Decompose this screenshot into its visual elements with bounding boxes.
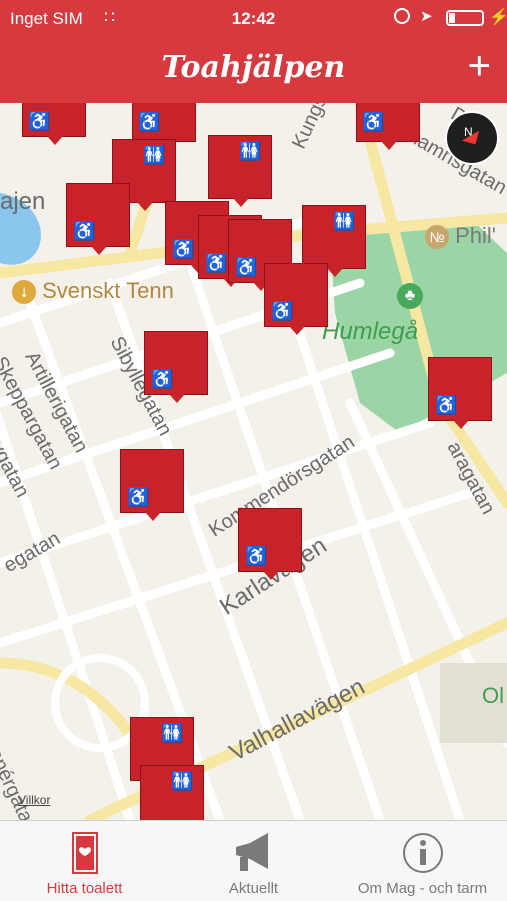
tab-label: Om Mag - och tarm: [338, 880, 507, 897]
toilet-marker[interactable]: ♿: [356, 103, 420, 142]
toilet-marker[interactable]: ♿: [264, 263, 328, 327]
location-arrow-icon: ➤: [420, 7, 433, 25]
toilet-door-icon: [0, 831, 169, 875]
toilet-marker[interactable]: ♿: [238, 508, 302, 572]
info-icon: [338, 831, 507, 875]
tab-label: Hitta toalett: [0, 880, 169, 897]
tab-news[interactable]: Aktuellt: [169, 821, 338, 901]
megaphone-icon: [169, 831, 338, 875]
toilet-marker[interactable]: 🚻: [302, 205, 366, 269]
park-label: ♣ Humlegå: [322, 318, 418, 346]
toilet-marker[interactable]: ♿: [66, 183, 130, 247]
toilet-marker[interactable]: ♿: [22, 103, 86, 137]
street-label: Ol: [482, 683, 504, 709]
tab-bar: Hitta toalett Aktuellt Om Mag - och tarm: [0, 820, 507, 901]
shop-pin-icon: ⭣: [12, 280, 36, 304]
toilet-marker[interactable]: ♿: [144, 331, 208, 395]
compass-icon[interactable]: N: [445, 111, 499, 165]
poi-svenskt-tenn[interactable]: ⭣ Svenskt Tenn: [12, 278, 174, 304]
charging-icon: ⚡: [489, 7, 507, 27]
battery-icon: [446, 10, 484, 26]
poi-label: Svenskt Tenn: [42, 278, 174, 303]
poi-label: Phil': [455, 223, 496, 248]
add-button[interactable]: +: [468, 46, 491, 86]
toilet-marker[interactable]: ♿: [428, 357, 492, 421]
toilet-marker[interactable]: ♿: [120, 449, 184, 513]
tab-find-toilet[interactable]: Hitta toalett: [0, 821, 169, 901]
app-title: Toahjälpen: [0, 50, 507, 85]
toilet-marker[interactable]: 🚻: [140, 765, 204, 820]
rotation-lock-icon: [394, 8, 410, 24]
status-bar: Inget SIM ∷ 12:42 ➤ ⚡: [0, 0, 507, 40]
map-view[interactable]: Kungsgatan Artillerigatan Skeppargatan S…: [0, 103, 507, 820]
legal-link[interactable]: Villkor: [18, 793, 50, 807]
tab-about[interactable]: Om Mag - och tarm: [338, 821, 507, 901]
street-label: ajen: [0, 188, 45, 216]
toilet-marker[interactable]: ♿: [132, 103, 196, 142]
navigation-bar: Toahjälpen +: [0, 40, 507, 103]
restaurant-pin-icon: №: [425, 225, 449, 249]
toilet-marker[interactable]: 🚻: [208, 135, 272, 199]
poi-phil[interactable]: № Phil': [425, 223, 496, 249]
tab-label: Aktuellt: [169, 880, 338, 897]
tree-icon: ♣: [397, 283, 423, 309]
